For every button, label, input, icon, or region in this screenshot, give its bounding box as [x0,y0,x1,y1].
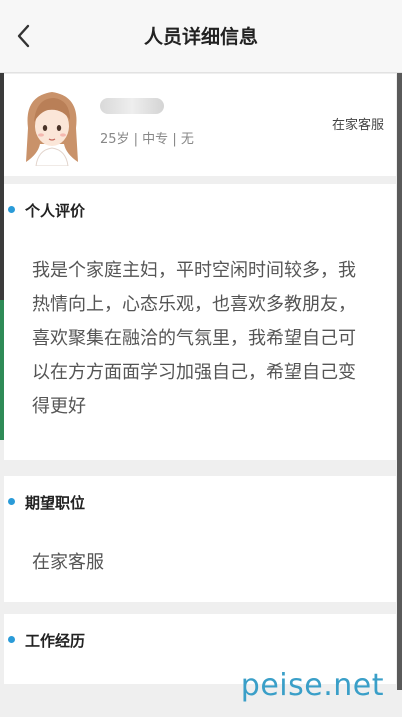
evaluation-heading: 个人评价 [8,200,85,220]
position-text: 在家客服 [32,552,104,573]
evaluation-section: 个人评价 我是个家庭主妇，平时空闲时间较多，我热情向上，心态乐观，也喜欢多教朋友… [4,184,396,460]
experience-heading: 工作经历 [8,630,85,650]
top-bar: 人员详细信息 [0,0,402,73]
evaluation-text: 我是个家庭主妇，平时空闲时间较多，我热情向上，心态乐观，也喜欢多教朋友，喜欢聚集… [32,260,356,417]
experience-heading-label: 工作经历 [25,632,86,650]
job-tag: 在家客服 [331,118,384,133]
name-redacted [100,98,164,114]
page-title: 人员详细信息 [143,26,258,48]
background-edge [397,70,402,690]
bullet-dot-icon [8,498,15,505]
evaluation-heading-label: 个人评价 [25,202,86,220]
profile-meta: 25岁 | 中专 | 无 [100,132,194,147]
watermark: peise.net [240,668,384,703]
position-heading: 期望职位 [8,492,85,512]
bullet-dot-icon [8,206,15,213]
position-heading-label: 期望职位 [25,494,86,512]
avatar [18,84,86,167]
page: 人员详细信息 25岁 | 中专 | 无 在家客服 个人评价 我是个家庭主妇，平时… [0,0,402,717]
position-section: 期望职位 在家客服 [4,476,396,602]
bullet-dot-icon [8,636,15,643]
profile-card: 25岁 | 中专 | 无 在家客服 [4,74,396,176]
